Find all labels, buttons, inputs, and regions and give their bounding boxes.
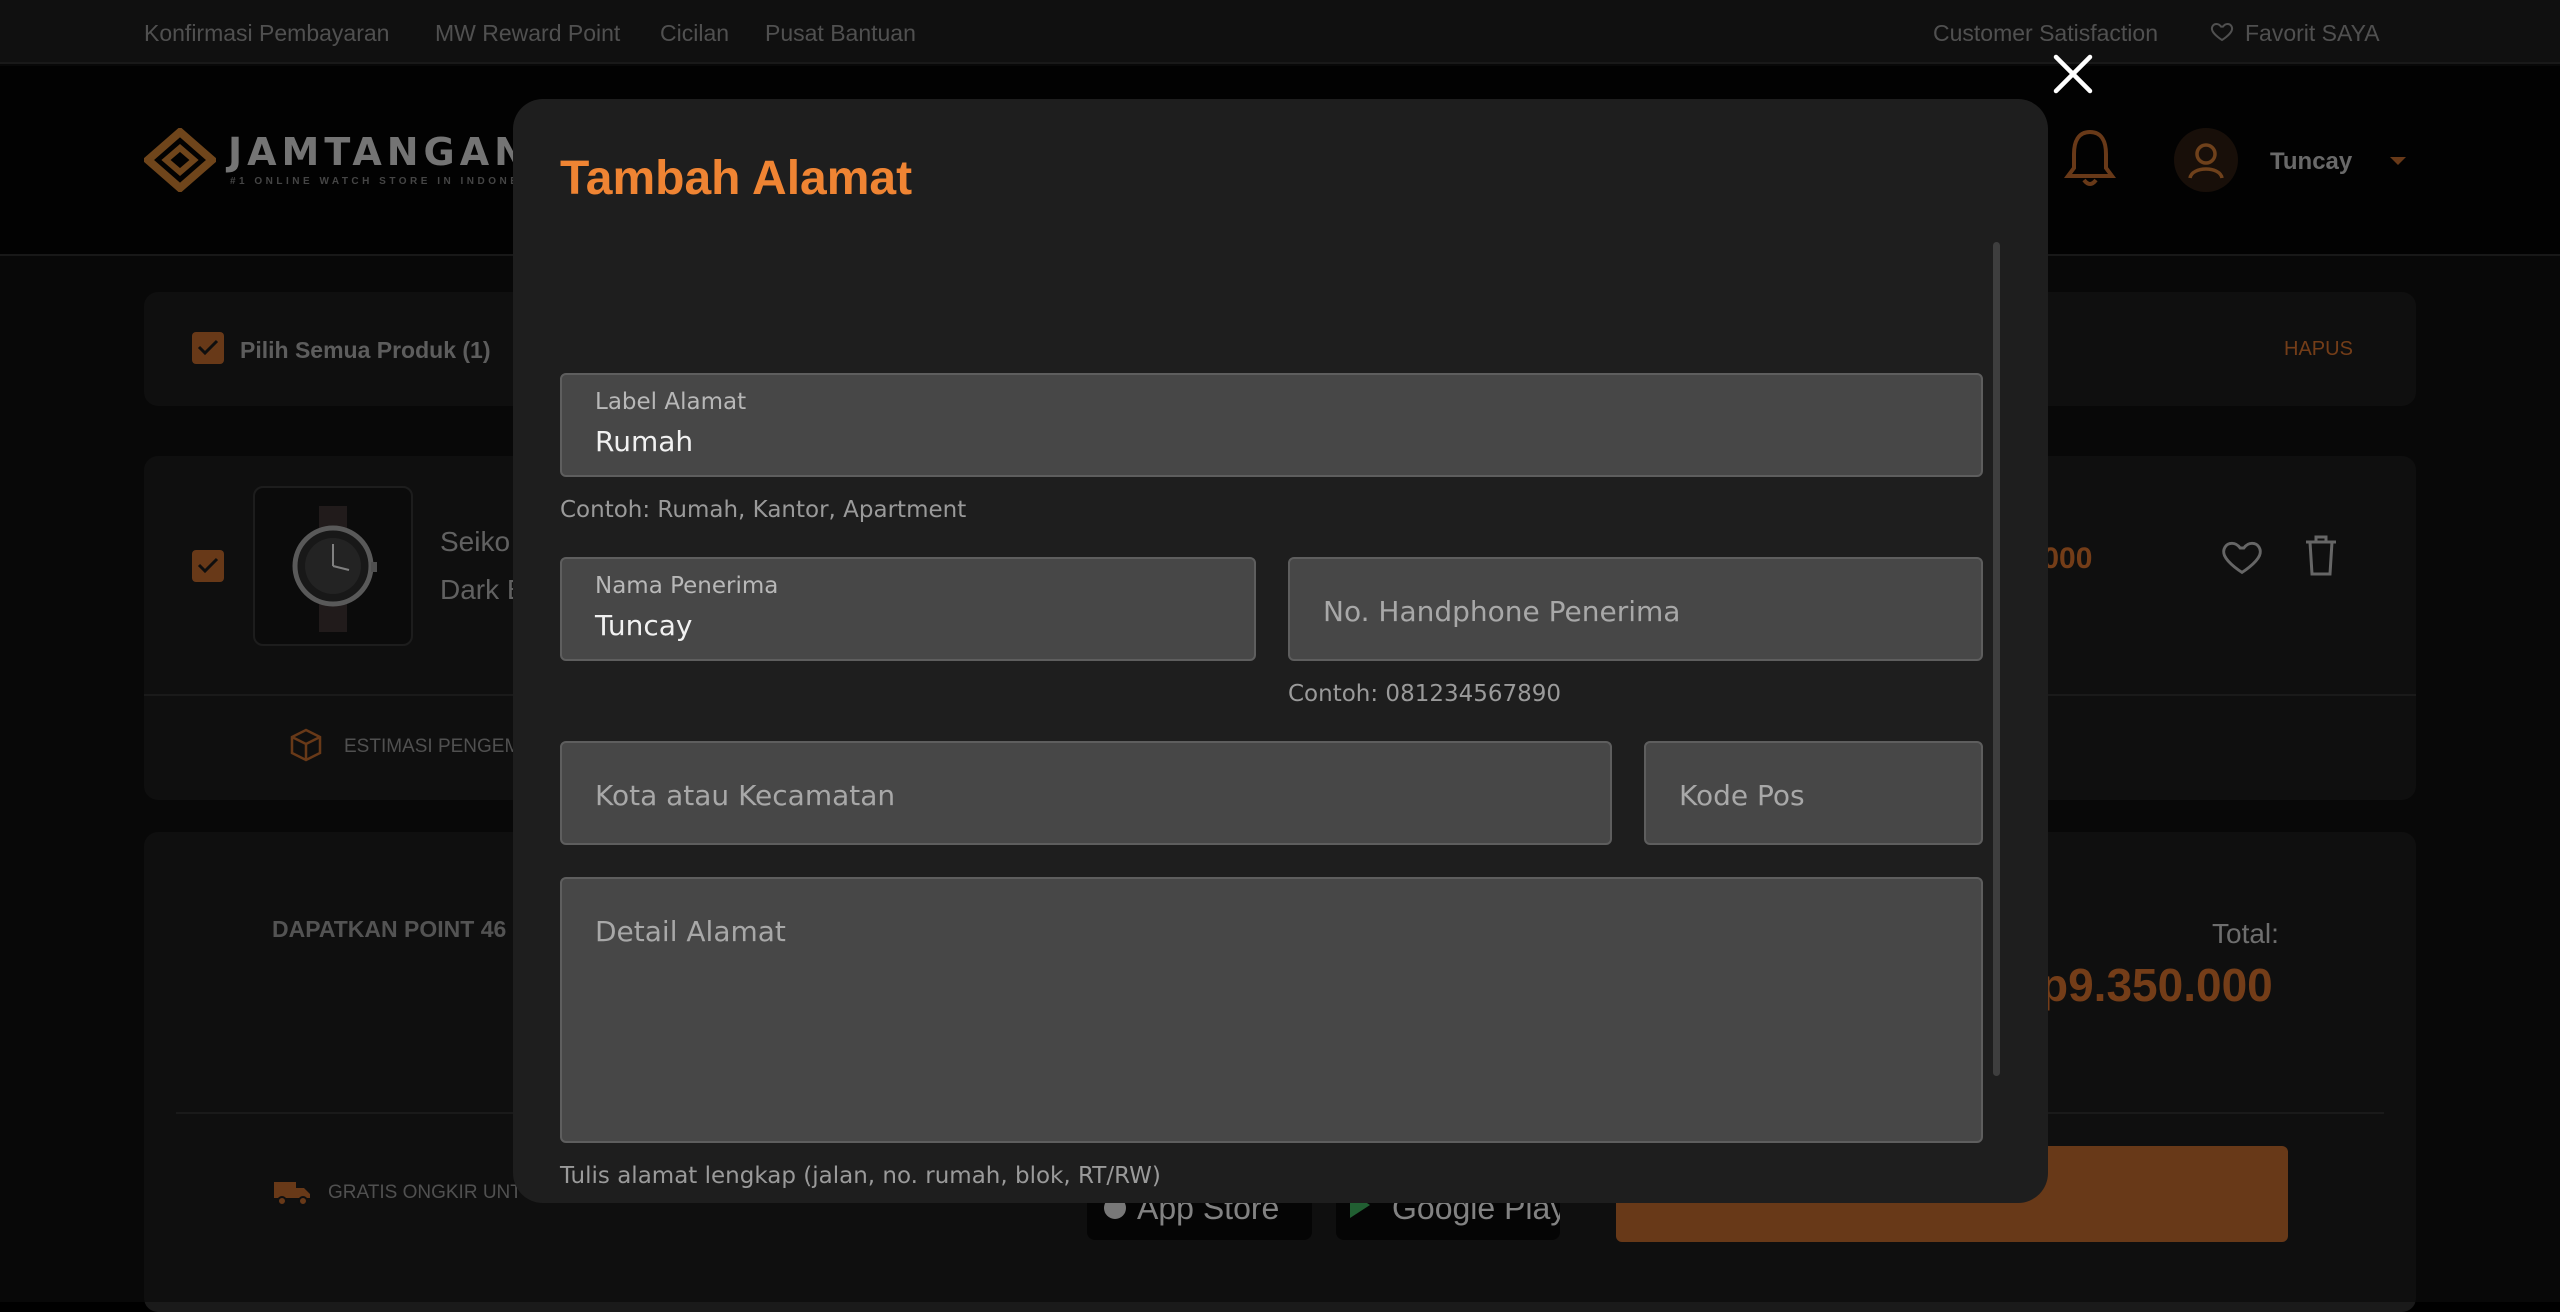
modal-title: Tambah Alamat bbox=[560, 152, 913, 205]
city-field[interactable]: Kota atau Kecamatan bbox=[560, 741, 1612, 845]
label-address-field[interactable]: Label Alamat Rumah bbox=[560, 373, 1983, 477]
label-address-value[interactable]: Rumah bbox=[595, 425, 693, 458]
recipient-name-label: Nama Penerima bbox=[595, 573, 779, 599]
label-address-label: Label Alamat bbox=[595, 389, 747, 415]
recipient-phone-placeholder: No. Handphone Penerima bbox=[1323, 595, 1681, 628]
label-address-helper: Contoh: Rumah, Kantor, Apartment bbox=[560, 497, 967, 523]
recipient-phone-field[interactable]: No. Handphone Penerima bbox=[1288, 557, 1983, 661]
add-address-modal: Tambah Alamat Label Alamat Rumah Contoh:… bbox=[513, 99, 2048, 1203]
postal-code-field[interactable]: Kode Pos bbox=[1644, 741, 1983, 845]
address-detail-field[interactable]: Detail Alamat bbox=[560, 877, 1983, 1143]
recipient-phone-helper: Contoh: 081234567890 bbox=[1288, 681, 1562, 707]
postal-code-placeholder: Kode Pos bbox=[1679, 779, 1805, 812]
city-placeholder: Kota atau Kecamatan bbox=[595, 779, 896, 812]
address-detail-helper: Tulis alamat lengkap (jalan, no. rumah, … bbox=[560, 1163, 1161, 1189]
recipient-name-field[interactable]: Nama Penerima Tuncay bbox=[560, 557, 1256, 661]
modal-scrollbar[interactable] bbox=[1993, 242, 2000, 1076]
address-detail-placeholder: Detail Alamat bbox=[595, 915, 786, 948]
recipient-name-value[interactable]: Tuncay bbox=[595, 609, 692, 642]
close-icon[interactable] bbox=[2052, 53, 2094, 95]
modal-scroll-area[interactable]: Label Alamat Rumah Contoh: Rumah, Kantor… bbox=[513, 239, 2048, 1203]
